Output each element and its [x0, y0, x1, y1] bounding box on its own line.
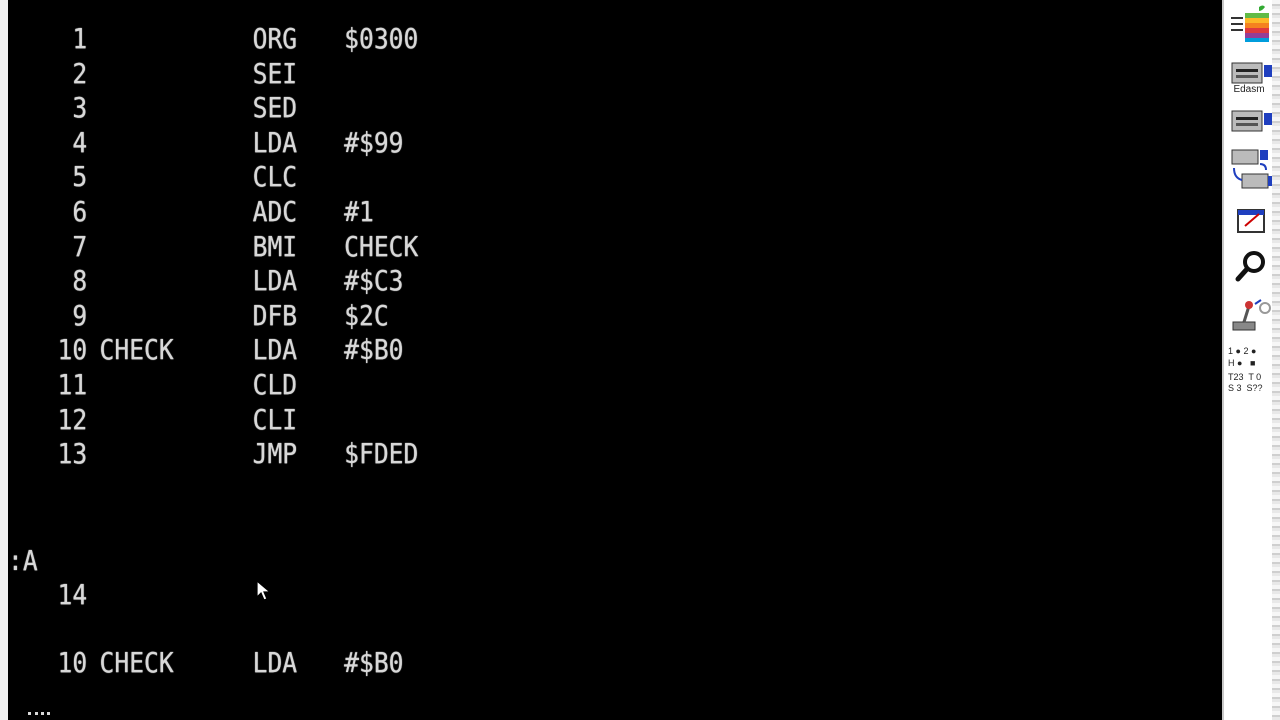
line-operand: $0300	[344, 22, 419, 55]
command-prompt-line: :A	[8, 544, 1076, 578]
line-opcode: CLD	[252, 368, 298, 401]
line-operand: #$99	[344, 125, 404, 159]
edit-line-row: 10 CHECK LDA #$B0	[8, 646, 1076, 680]
listing-line: 8 LDA #$C3	[8, 264, 1076, 298]
line-opcode: LDA	[252, 264, 298, 298]
mouse-pointer-icon	[256, 580, 272, 601]
line-opcode: LDA	[252, 125, 298, 159]
apple-logo-icon	[1231, 5, 1269, 42]
status-row: T23 T 0	[1228, 372, 1262, 382]
apple-menu-button[interactable]	[1228, 2, 1274, 46]
emulator-screen[interactable]: 1 ORG $0300 2 SEI 3 SED 4 LDA #$99 5 CLC 6 ADC #1 7 BMI C…	[8, 0, 1222, 720]
line-opcode: CLI	[252, 402, 298, 436]
listing-line: 12 CLI	[8, 403, 1076, 437]
line-opcode: ORG	[252, 22, 298, 55]
floppy-drive-icon	[1231, 110, 1273, 132]
listing-line: 4 LDA #$99	[8, 126, 1076, 160]
listing-line: 13 JMP $FDED	[8, 437, 1076, 471]
drive-2-button[interactable]	[1228, 100, 1274, 144]
edit-line-operand: #$B0	[344, 646, 404, 679]
line-number: 13	[57, 437, 88, 471]
line-operand: $FDED	[344, 437, 419, 471]
line-number: 8	[72, 264, 88, 298]
window-left-border	[0, 0, 8, 720]
listing-line: 11 CLD	[8, 368, 1076, 402]
line-opcode: BMI	[252, 229, 298, 263]
line-number: 7	[72, 229, 88, 263]
edasm-caption: Edasm	[1233, 84, 1265, 95]
line-operand: CHECK	[344, 229, 419, 263]
command-prompt: :A	[8, 544, 38, 577]
line-number: 6	[72, 195, 88, 228]
drive-status-panel: 1 ● 2 ● H ● ■ T23 T 0 S 3 S??	[1228, 346, 1276, 400]
next-line-number: 14	[57, 578, 88, 611]
line-number: 11	[57, 368, 88, 401]
line-opcode: ADC	[252, 195, 298, 228]
magnifier-icon	[1235, 251, 1265, 282]
partial-bottom-line	[28, 712, 50, 719]
line-operand: #$C3	[344, 264, 404, 298]
edit-line-opcode: LDA	[252, 646, 298, 679]
line-number: 2	[72, 56, 88, 90]
listing-line: 2 SEI	[8, 57, 1076, 91]
screen-edge-artifacts	[1272, 0, 1280, 720]
listing-line: 6 ADC #1	[8, 195, 1076, 229]
configuration-button[interactable]	[1228, 292, 1274, 336]
line-opcode: JMP	[252, 437, 298, 471]
status-row: 1 ● 2 ●	[1228, 346, 1257, 356]
line-label: CHECK	[99, 333, 174, 367]
edit-line-number: 10	[57, 646, 88, 679]
next-line-number-row: 14	[8, 578, 1076, 612]
swap-drives-button[interactable]	[1228, 148, 1274, 192]
line-number: 1	[72, 22, 88, 55]
line-number: 9	[72, 298, 88, 332]
line-operand: #$B0	[344, 333, 404, 367]
line-number: 4	[72, 125, 88, 159]
line-operand: #1	[344, 195, 374, 228]
line-number: 10	[57, 333, 88, 367]
status-row: H ● ■	[1228, 358, 1256, 368]
full-screen-button[interactable]	[1228, 198, 1274, 242]
window-icon	[1237, 209, 1265, 233]
line-opcode: DFB	[252, 298, 298, 332]
listing-line: 10 CHECK LDA #$B0	[8, 333, 1076, 367]
line-number: 5	[72, 160, 88, 194]
line-operand: $2C	[344, 298, 389, 332]
listing-line: 9 DFB $2C	[8, 299, 1076, 333]
listing-line: 3 SED	[8, 91, 1076, 125]
line-opcode: SEI	[252, 56, 298, 90]
line-number: 3	[72, 91, 88, 125]
joystick-icon	[1232, 299, 1271, 331]
edit-line-label: CHECK	[99, 646, 174, 679]
line-opcode: SED	[252, 91, 298, 125]
listing-line: 1 ORG $0300	[8, 22, 1076, 56]
line-opcode: LDA	[252, 333, 298, 367]
listing-line: 5 CLC	[8, 160, 1076, 194]
debugger-button[interactable]	[1228, 244, 1274, 288]
line-opcode: CLC	[252, 160, 298, 194]
line-number: 12	[57, 402, 88, 436]
status-row: S 3 S??	[1228, 383, 1263, 393]
swap-disks-icon	[1231, 149, 1273, 189]
listing-line: 7 BMI CHECK	[8, 230, 1076, 264]
